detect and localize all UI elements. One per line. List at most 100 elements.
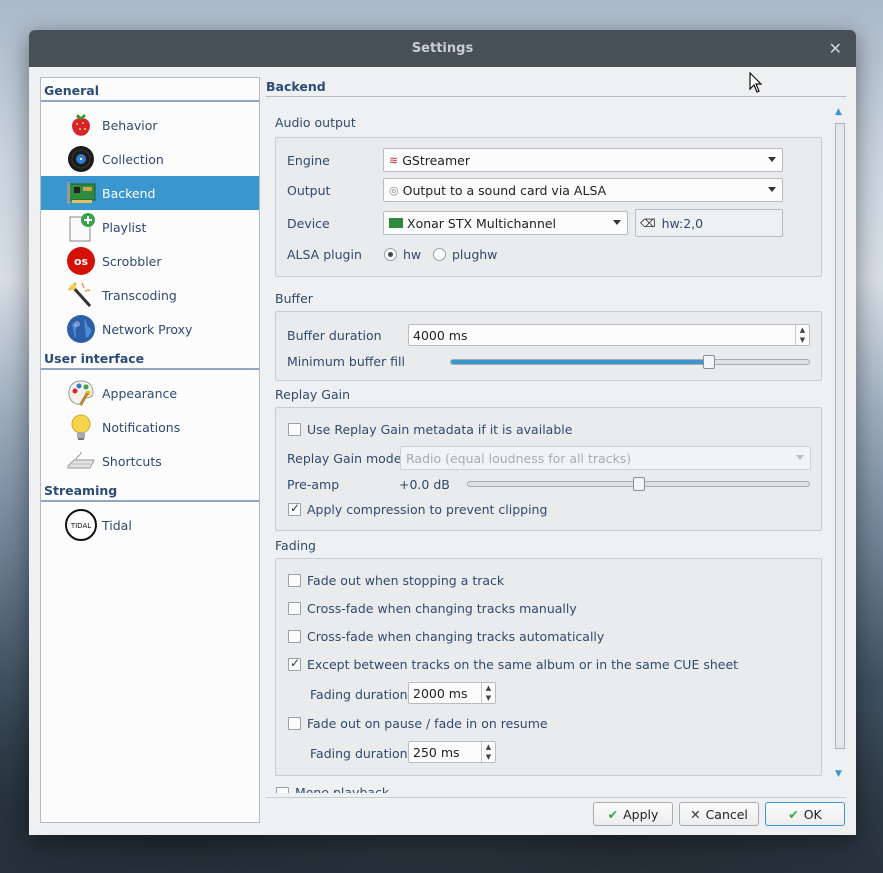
crossfade-manual-checkbox[interactable] bbox=[288, 602, 301, 615]
keyboard-icon bbox=[65, 445, 97, 477]
clear-icon[interactable]: ⌫ bbox=[640, 217, 656, 230]
title-bar[interactable]: Settings ✕ bbox=[29, 30, 856, 67]
scrollbar-thumb[interactable] bbox=[835, 123, 845, 749]
sidebar-item-shortcuts[interactable]: Shortcuts bbox=[41, 444, 259, 478]
sidebar-item-network-proxy[interactable]: Network Proxy bbox=[41, 312, 259, 346]
device-text-field[interactable]: ⌫ hw:2,0 bbox=[635, 209, 783, 237]
wand-icon bbox=[65, 279, 97, 311]
output-value: Output to a sound card via ALSA bbox=[402, 182, 607, 198]
sidebar-item-label: Behavior bbox=[102, 117, 158, 133]
ok-label: OK bbox=[803, 806, 822, 822]
svg-text:os: os bbox=[74, 255, 89, 268]
audio-output-group: Engine ≋ GStreamer Output ◎ Output to a … bbox=[275, 137, 822, 277]
pre-amp-slider[interactable] bbox=[467, 477, 810, 491]
dialog-button-bar: ✔ Apply ✕ Cancel ✔ OK bbox=[266, 797, 846, 831]
sound-card-icon bbox=[389, 218, 403, 228]
pause-duration-label: Fading duration bbox=[310, 746, 408, 761]
device-combo[interactable]: Xonar STX Multichannel bbox=[383, 211, 628, 235]
spin-buttons[interactable]: ▲ ▼ bbox=[481, 683, 495, 703]
globe-icon bbox=[65, 313, 97, 345]
scroll-down-icon[interactable]: ▼ bbox=[835, 769, 842, 779]
fade-stop-checkbox[interactable] bbox=[288, 574, 301, 587]
output-combo[interactable]: ◎ Output to a sound card via ALSA bbox=[383, 178, 783, 202]
crossfade-manual-label: Cross-fade when changing tracks manually bbox=[307, 601, 577, 616]
pre-amp-value: +0.0 dB bbox=[399, 477, 450, 492]
except-album-checkbox[interactable] bbox=[288, 656, 301, 671]
palette-icon bbox=[65, 377, 97, 409]
vertical-scrollbar[interactable]: ▲ ▼ bbox=[832, 107, 846, 787]
mono-playback-label: Mono playback bbox=[295, 785, 390, 793]
chevron-down-icon bbox=[796, 455, 804, 460]
pre-amp-label: Pre-amp bbox=[287, 477, 340, 492]
cancel-button[interactable]: ✕ Cancel bbox=[679, 802, 759, 826]
mono-playback-checkbox[interactable] bbox=[276, 787, 289, 793]
sidebar-item-playlist[interactable]: Playlist bbox=[41, 210, 259, 244]
fading-group: Fade out when stopping a track Cross-fad… bbox=[275, 558, 822, 776]
spin-up-icon[interactable]: ▲ bbox=[796, 325, 809, 335]
check-icon: ✔ bbox=[788, 806, 799, 822]
chevron-down-icon bbox=[768, 157, 776, 162]
output-label: Output bbox=[287, 183, 331, 198]
ok-button[interactable]: ✔ OK bbox=[765, 802, 845, 826]
alsa-hw-radio[interactable] bbox=[384, 248, 397, 261]
buffer-group: Buffer duration 4000 ms ▲ ▼ Minimum buffe… bbox=[275, 311, 822, 381]
buffer-duration-spinbox[interactable]: 4000 ms ▲ ▼ bbox=[408, 324, 810, 346]
buffer-duration-value: 4000 ms bbox=[413, 327, 468, 343]
min-buffer-fill-slider[interactable] bbox=[450, 355, 810, 369]
compression-checkbox[interactable] bbox=[288, 501, 301, 516]
gstreamer-icon: ≋ bbox=[389, 153, 399, 167]
except-album-label: Except between tracks on the same album … bbox=[307, 657, 739, 672]
pause-duration-spinbox[interactable]: 250 ms ▲ ▼ bbox=[408, 741, 496, 763]
sidebar-item-transcoding[interactable]: Transcoding bbox=[41, 278, 259, 312]
sidebar-item-backend[interactable]: Backend bbox=[41, 176, 259, 210]
sidebar-item-tidal[interactable]: TIDAL Tidal bbox=[41, 508, 259, 542]
crossfade-auto-checkbox[interactable] bbox=[288, 630, 301, 643]
sidebar-item-collection[interactable]: Collection bbox=[41, 142, 259, 176]
compression-label: Apply compression to prevent clipping bbox=[307, 502, 548, 517]
cancel-label: Cancel bbox=[705, 806, 748, 822]
category-user-interface: User interface bbox=[41, 346, 259, 370]
sidebar-item-scrobbler[interactable]: os Scrobbler bbox=[41, 244, 259, 278]
category-streaming: Streaming bbox=[41, 478, 259, 502]
cancel-icon: ✕ bbox=[690, 806, 701, 822]
alsa-plughw-radio[interactable] bbox=[433, 248, 446, 261]
spin-down-icon[interactable]: ▼ bbox=[482, 693, 495, 703]
sidebar-item-label: Tidal bbox=[102, 517, 132, 533]
spin-down-icon[interactable]: ▼ bbox=[796, 335, 809, 345]
spin-up-icon[interactable]: ▲ bbox=[482, 683, 495, 693]
category-general: General bbox=[41, 78, 259, 102]
lightbulb-icon bbox=[65, 411, 97, 443]
replay-gain-mode-combo[interactable]: Radio (equal loudness for all tracks) bbox=[400, 446, 811, 470]
playlist-add-icon bbox=[65, 211, 97, 243]
sidebar-item-label: Scrobbler bbox=[102, 253, 162, 269]
sidebar-item-appearance[interactable]: Appearance bbox=[41, 376, 259, 410]
fade-pause-checkbox[interactable] bbox=[288, 717, 301, 730]
engine-combo[interactable]: ≋ GStreamer bbox=[383, 148, 783, 172]
vinyl-record-icon bbox=[65, 143, 97, 175]
tidal-icon: TIDAL bbox=[65, 509, 97, 541]
sidebar-item-label: Backend bbox=[102, 185, 156, 201]
use-replay-gain-checkbox[interactable] bbox=[288, 423, 301, 436]
engine-value: GStreamer bbox=[402, 152, 470, 168]
spin-down-icon[interactable]: ▼ bbox=[482, 752, 495, 762]
chevron-down-icon bbox=[768, 187, 776, 192]
apply-button[interactable]: ✔ Apply bbox=[593, 802, 673, 826]
sidebar-item-label: Playlist bbox=[102, 219, 147, 235]
sidebar-item-label: Network Proxy bbox=[102, 321, 193, 337]
slider-handle[interactable] bbox=[703, 355, 715, 369]
spin-up-icon[interactable]: ▲ bbox=[482, 742, 495, 752]
buffer-duration-label: Buffer duration bbox=[287, 328, 382, 343]
scroll-up-icon[interactable]: ▲ bbox=[835, 107, 842, 117]
buffer-title: Buffer bbox=[275, 291, 313, 306]
spin-buttons[interactable]: ▲ ▼ bbox=[481, 742, 495, 762]
close-icon[interactable]: ✕ bbox=[829, 39, 842, 58]
speaker-icon: ◎ bbox=[389, 183, 399, 197]
sidebar-item-behavior[interactable]: Behavior bbox=[41, 108, 259, 142]
replay-gain-mode-label: Replay Gain mode bbox=[287, 451, 402, 466]
spin-buttons[interactable]: ▲ ▼ bbox=[795, 325, 809, 345]
slider-handle[interactable] bbox=[633, 477, 645, 491]
fading-duration-spinbox[interactable]: 2000 ms ▲ ▼ bbox=[408, 682, 496, 704]
pause-duration-value: 250 ms bbox=[413, 744, 460, 760]
scroll-area[interactable]: Audio output Engine ≋ GStreamer Output ◎… bbox=[266, 101, 846, 793]
sidebar-item-notifications[interactable]: Notifications bbox=[41, 410, 259, 444]
